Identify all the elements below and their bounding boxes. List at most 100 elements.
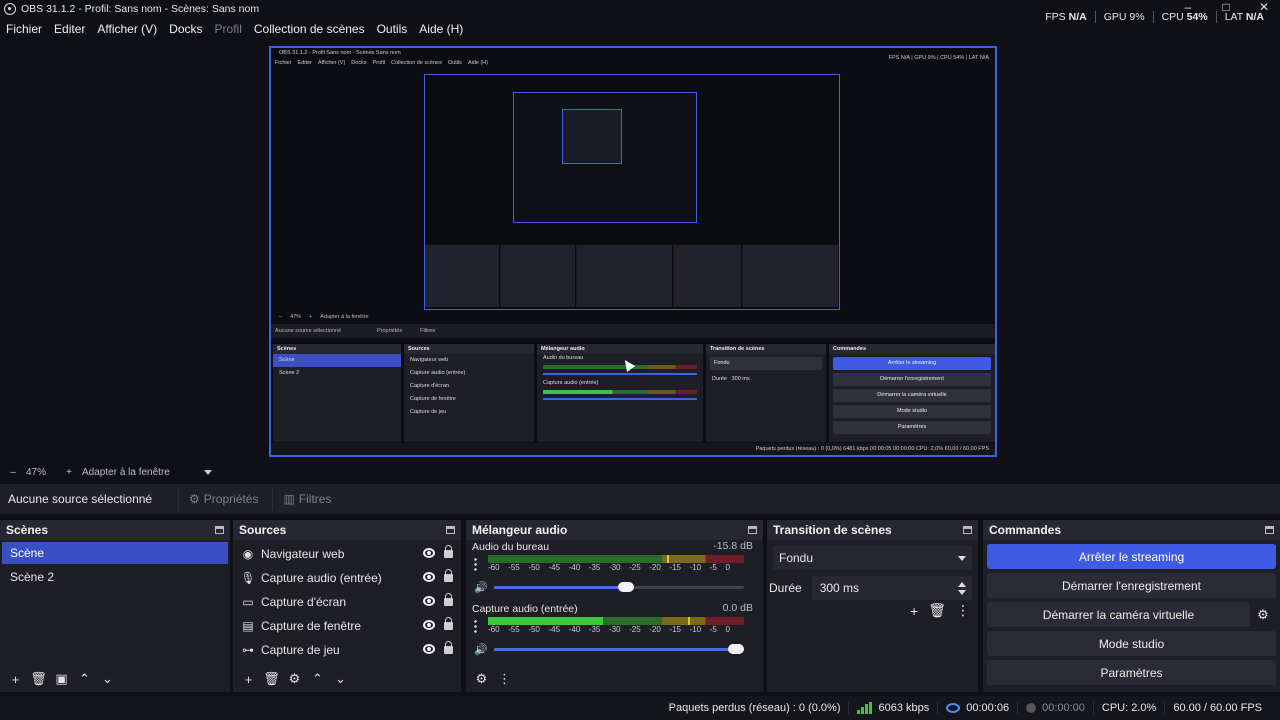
zoom-out-button[interactable]: – <box>8 467 18 478</box>
kebab-menu-icon[interactable]: ⋮ <box>493 671 516 687</box>
speaker-icon[interactable]: 🔊 <box>474 581 488 594</box>
source-item[interactable]: ◉ Navigateur web <box>233 542 461 566</box>
advanced-audio-icon[interactable]: ⚙ <box>470 671 493 687</box>
gear-icon[interactable]: ⚙ <box>283 671 306 687</box>
eye-icon[interactable] <box>423 548 435 558</box>
tick-label: -50 <box>528 563 540 572</box>
lock-icon[interactable] <box>444 617 453 630</box>
cpu-usage: CPU: 2.0% <box>1092 702 1164 714</box>
transition-select[interactable]: Fondu <box>773 546 972 570</box>
tick-label: -30 <box>608 563 621 572</box>
slider-thumb[interactable] <box>728 644 744 654</box>
menu-edit[interactable]: Editer <box>48 22 91 36</box>
eye-icon[interactable] <box>423 596 435 606</box>
mini-scenes-dock: Scènes Scène Scène 2 <box>273 344 401 442</box>
undock-icon[interactable] <box>1265 526 1274 534</box>
studio-mode-button[interactable]: Mode studio <box>987 631 1276 656</box>
source-item[interactable]: ▤ Capture de fenêtre <box>233 614 461 638</box>
scene-filters-button[interactable]: ▣ <box>50 671 73 687</box>
commands-dock: Commandes Arrêter le streaming Démarrer … <box>983 520 1280 692</box>
stop-streaming-button[interactable]: Arrêter le streaming <box>987 544 1276 569</box>
menu-help[interactable]: Aide (H) <box>413 22 469 36</box>
microphone-icon: 🎙 <box>240 571 256 585</box>
menu-profile[interactable]: Profil <box>209 22 248 36</box>
trash-icon[interactable]: 🗑 <box>27 671 50 687</box>
lock-icon[interactable] <box>444 641 453 654</box>
speaker-icon[interactable]: 🔊 <box>474 643 488 656</box>
tick-label: 0 <box>725 625 730 634</box>
mini-transition-dock: Transition de scènes Fondu Durée 300 ms <box>706 344 826 442</box>
spin-up-icon <box>958 581 966 587</box>
start-recording-button[interactable]: Démarrer l'enregistrement <box>987 573 1276 598</box>
fit-to-window[interactable]: Adapter à la fenêtre <box>82 467 170 478</box>
globe-icon: ◉ <box>242 547 254 561</box>
add-scene-button[interactable]: + <box>4 672 27 687</box>
obs-logo-icon <box>4 3 16 15</box>
duration-spinbox[interactable]: 300 ms <box>811 576 972 600</box>
lock-icon[interactable] <box>444 569 453 582</box>
kebab-menu-icon[interactable]: ⋮ <box>956 602 970 619</box>
tick-label: -25 <box>629 563 641 572</box>
commands-title: Commandes <box>989 523 1062 537</box>
fps-readout: 60.00 / 60.00 FPS <box>1164 702 1270 714</box>
move-up-button[interactable]: ⌃ <box>73 671 96 687</box>
performance-stats: FPS N/A GPU 9% CPU 54% LAT N/A <box>1037 11 1272 23</box>
move-up-button[interactable]: ⌃ <box>306 671 329 687</box>
menu-docks[interactable]: Docks <box>163 22 208 36</box>
menu-file[interactable]: Fichier <box>0 22 48 36</box>
spin-down-icon <box>958 589 966 595</box>
start-virtual-camera-button[interactable]: Démarrer la caméra virtuelle <box>987 602 1250 627</box>
menu-scene-collection[interactable]: Collection de scènes <box>248 22 371 36</box>
tick-label: -55 <box>508 563 520 572</box>
undock-icon[interactable] <box>446 526 455 534</box>
scenes-dock: Scènes Scène Scène 2 + 🗑 ▣ ⌃ ⌄ <box>0 520 230 692</box>
slider-thumb[interactable] <box>618 582 634 592</box>
lock-icon[interactable] <box>444 593 453 606</box>
kebab-menu-icon[interactable] <box>474 557 477 571</box>
kebab-menu-icon[interactable] <box>474 619 477 633</box>
volume-row: 🔊 <box>472 642 752 656</box>
menu-tools[interactable]: Outils <box>371 22 414 36</box>
chevron-down-icon[interactable] <box>203 469 212 475</box>
gear-icon[interactable]: ⚙ <box>1250 607 1276 623</box>
trash-icon[interactable]: 🗑 <box>260 671 283 687</box>
source-item[interactable]: 🎙 Capture audio (entrée) <box>233 566 461 590</box>
source-list: ◉ Navigateur web 🎙 Capture audio (entrée) … <box>233 542 461 662</box>
source-item[interactable]: ⊶ Capture de jeu <box>233 638 461 662</box>
program-preview[interactable]: OBS 31.1.2 - Profil Sans nom - Scènes Sa… <box>269 46 997 457</box>
move-down-button[interactable]: ⌄ <box>96 671 119 687</box>
status-bar: Paquets perdus (réseau) : 0 (0.0%) 6063 … <box>0 696 1280 720</box>
undock-icon[interactable] <box>963 526 972 534</box>
settings-button[interactable]: Paramètres <box>987 660 1276 685</box>
window-icon: ▤ <box>242 619 254 633</box>
undock-icon[interactable] <box>215 526 224 534</box>
menu-view[interactable]: Afficher (V) <box>91 22 163 36</box>
tick-label: -50 <box>528 625 540 634</box>
zoom-in-button[interactable]: + <box>64 467 74 478</box>
signal-bars-icon <box>857 702 873 714</box>
undock-icon[interactable] <box>748 526 757 534</box>
source-item[interactable]: ▭ Capture d'écran <box>233 590 461 614</box>
chevron-down-icon <box>958 555 966 561</box>
volume-slider[interactable] <box>494 644 744 654</box>
filters-button[interactable]: ▥ Filtres <box>272 488 341 510</box>
no-source-selected-label: Aucune source sélectionné <box>8 492 153 506</box>
mixer-title: Mélangeur audio <box>472 523 568 537</box>
mini-source-toolbar: Aucune source sélectionné Propriétés Filtr… <box>271 324 995 338</box>
mini-status-bar: Paquets perdus (réseau) : 0 (0,0%) 6481 … <box>271 443 995 455</box>
eye-icon[interactable] <box>423 620 435 630</box>
properties-button[interactable]: ⚙ Propriétés <box>178 488 268 510</box>
scene-item[interactable]: Scène <box>2 542 228 564</box>
add-source-button[interactable]: + <box>237 672 260 687</box>
eye-icon[interactable] <box>423 644 435 654</box>
tick-label: -20 <box>649 625 661 634</box>
move-down-button[interactable]: ⌄ <box>329 671 352 687</box>
lock-icon[interactable] <box>444 545 453 558</box>
add-transition-button[interactable]: + <box>910 603 918 619</box>
scene-item[interactable]: Scène 2 <box>2 566 228 588</box>
monitor-icon: ▭ <box>242 595 254 609</box>
trash-icon[interactable]: 🗑 <box>928 602 946 619</box>
eye-icon[interactable] <box>423 572 435 582</box>
volume-slider[interactable] <box>494 582 744 592</box>
tick-label: -10 <box>689 625 702 634</box>
